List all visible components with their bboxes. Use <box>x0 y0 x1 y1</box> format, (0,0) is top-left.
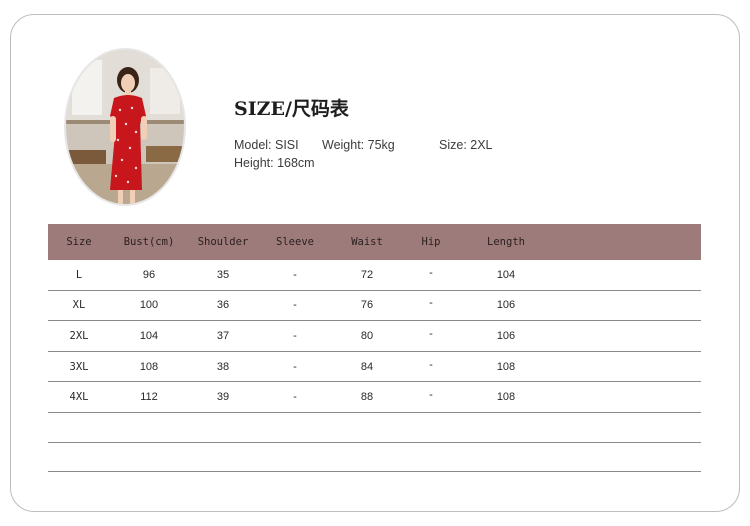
model-name: Model: SISI <box>234 138 299 152</box>
cell-bust: 104 <box>110 320 188 352</box>
header-hip: Hip <box>402 224 460 260</box>
table-row: 4XL 112 39 - 88 - 108 <box>48 379 701 413</box>
cell-bust: 100 <box>110 290 188 322</box>
cell-bust: 96 <box>110 260 188 291</box>
cell-waist: 80 <box>332 320 402 352</box>
cell-hip: - <box>402 379 460 411</box>
cell-spacer <box>552 320 701 352</box>
model-height: Height: 168cm <box>234 156 315 170</box>
header-spacer <box>552 224 701 260</box>
cell-sleeve: - <box>258 290 332 322</box>
cell-bust: 108 <box>110 351 188 383</box>
cell-size: L <box>48 260 110 291</box>
table-row: L 96 35 - 72 - 104 <box>48 258 701 291</box>
cell-length: 108 <box>460 381 552 413</box>
table-row: 2XL 104 37 - 80 - 106 <box>48 318 701 352</box>
model-weight: Weight: 75kg <box>322 138 395 152</box>
size-table: Size Bust(cm) Shoulder Sleeve Waist Hip … <box>48 224 701 473</box>
cell-spacer <box>552 381 701 413</box>
cell-hip: - <box>402 258 460 289</box>
cell-waist: 72 <box>332 260 402 291</box>
header-bust: Bust(cm) <box>110 224 188 260</box>
cell-hip: - <box>402 349 460 381</box>
cell-shoulder: 35 <box>188 260 258 291</box>
cell-spacer <box>552 351 701 383</box>
cell-size: 4XL <box>48 381 110 413</box>
empty-cell <box>48 412 701 443</box>
cell-shoulder: 37 <box>188 320 258 352</box>
table-row: XL 100 36 - 76 - 106 <box>48 288 701 322</box>
cell-spacer <box>552 290 701 322</box>
table-header-row: Size Bust(cm) Shoulder Sleeve Waist Hip … <box>48 224 701 260</box>
header-size: Size <box>48 224 110 260</box>
cell-length: 106 <box>460 290 552 322</box>
cell-sleeve: - <box>258 351 332 383</box>
cell-waist: 76 <box>332 290 402 322</box>
cell-size: 2XL <box>48 320 110 352</box>
cell-hip: - <box>402 288 460 320</box>
page-title: SIZE/尺码表 <box>234 98 349 120</box>
cell-shoulder: 39 <box>188 381 258 413</box>
cell-bust: 112 <box>110 381 188 413</box>
cell-sleeve: - <box>258 320 332 352</box>
cell-sleeve: - <box>258 260 332 291</box>
table-row-empty <box>48 442 701 473</box>
cell-hip: - <box>402 318 460 350</box>
empty-cell <box>48 442 701 473</box>
table-row-empty <box>48 412 701 443</box>
table-row: 3XL 108 38 - 84 - 108 <box>48 349 701 383</box>
model-photo-illustration <box>66 50 184 204</box>
header-waist: Waist <box>332 224 402 260</box>
header-length: Length <box>460 224 552 260</box>
cell-size: 3XL <box>48 351 110 383</box>
cell-length: 104 <box>460 260 552 291</box>
model-size: Size: 2XL <box>439 138 493 152</box>
cell-waist: 88 <box>332 381 402 413</box>
cell-size: XL <box>48 290 110 322</box>
cell-sleeve: - <box>258 381 332 413</box>
model-photo <box>64 48 186 206</box>
header-shoulder: Shoulder <box>188 224 258 260</box>
cell-shoulder: 38 <box>188 351 258 383</box>
cell-spacer <box>552 260 701 291</box>
cell-length: 106 <box>460 320 552 352</box>
cell-shoulder: 36 <box>188 290 258 322</box>
header-sleeve: Sleeve <box>258 224 332 260</box>
cell-waist: 84 <box>332 351 402 383</box>
cell-length: 108 <box>460 351 552 383</box>
